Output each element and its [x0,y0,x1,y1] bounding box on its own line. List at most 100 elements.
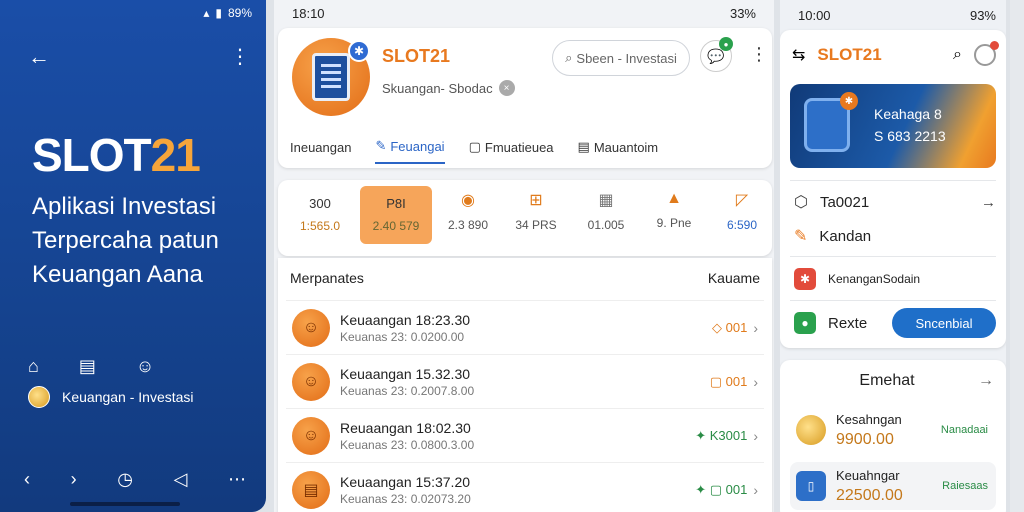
list-icon: ▤ [577,139,590,154]
list-item-sub: Keuanas 23: 0.0800.3.00 [340,437,475,452]
coin-icon [28,386,50,408]
chevron-right-icon: › [753,319,758,336]
battery-text: 33% [729,6,756,21]
menu-item-ta0021[interactable]: ⬡ Ta0021 → [794,192,996,212]
document-icon[interactable]: ▤ [79,356,96,377]
menu-header: ⇆ SLOT21 ⌕ [792,41,999,66]
app-subtitle: Skuangan- Sbodac × [382,80,515,96]
list-item-texts: Keuaangan 18:23.30 Keuanas 23: 0.0200.00 [340,312,712,344]
list-item[interactable]: ☺ Keuaangan 15.32.30 Keuanas 23: 0.2007.… [286,354,764,408]
list-item-sub: Keuanas 23: 0.2007.8.00 [340,383,475,398]
arrow-right-icon[interactable]: → [978,372,994,390]
promo-banner[interactable]: ✱ Keahaga 8 S 683 2213 [790,84,996,168]
brand-accent: 21 [150,129,201,181]
notification-badge: ● [719,37,733,51]
tab-feuangai[interactable]: ✎ Feuangai [375,138,445,164]
menu-item-rexte[interactable]: ● Rexte Sncenbial [794,308,996,338]
feature-icons: ⌂ ▤ ☺ [28,356,154,377]
document-avatar-icon: ▤ [292,470,330,509]
search-icon[interactable]: ⌕ [953,46,962,64]
list-header: Merpanates Kauame [290,270,760,286]
wallet-name: Kesahngan [836,411,902,427]
quick-item[interactable]: ⊞ 34 PRS [500,190,572,232]
amount-text: 001 [725,373,748,389]
wallet-item[interactable]: ▯ Keuahngar 22500.00 Raiesaas [790,462,996,510]
tab-ineuangan[interactable]: Ineuangan [290,138,351,164]
menu-item-kandan[interactable]: ✎ Kandan [794,226,996,246]
more-vertical-icon[interactable]: ⋮ [230,44,250,69]
user-avatar-icon: ☺ [292,308,330,347]
list-item[interactable]: ☺ Reuaangan 18:02.30 Keuanas 23: 0.0800.… [286,408,764,462]
dashboard-screen: 18:10 33% ✱ SLOT21 Skuangan- Sbodac × ⌕ … [274,0,774,512]
tab-mauantoim[interactable]: ▤ Mauantoim [578,138,659,164]
quick-stats: 300 1:565.0 P8I 2.40 579 ◉ 2.3 890 ⊞ 34 … [278,180,772,256]
list-item-title: Reuaangan 18:02.30 [340,419,471,436]
quick-item[interactable]: ▲ 9. Pne [638,190,710,230]
search-placeholder: Sbeen - Investasi [576,50,677,66]
quick-item[interactable]: ◉ 2.3 890 [432,190,504,232]
quick-sub: 9. Pne [656,216,692,230]
quick-item-active[interactable]: P8I 2.40 579 [360,186,432,244]
quick-value: P8I [386,196,406,211]
page-edge [1010,0,1024,512]
close-icon[interactable]: × [498,80,515,96]
menu-item-label: Rexte [828,314,868,332]
tab-label: Feuangai [390,138,445,154]
brand-title: SLOT21 [32,128,201,182]
quick-item[interactable]: ◸ 6:590 [706,190,774,232]
list-item-title: Keuaangan 18:23.30 [340,311,471,328]
tab-fmuatieuea[interactable]: ▢ Fmuatieuea [469,138,554,164]
list-item[interactable]: ☺ Keuaangan 18:23.30 Keuanas 23: 0.0200.… [286,300,764,354]
more-icon[interactable]: ⋯ [228,469,246,490]
menu-item-label: KenanganSodain [828,272,921,286]
home-icon[interactable]: ⌂ [28,356,39,377]
clock-text: 10:00 [798,8,831,23]
back-arrow-icon[interactable]: ‹ [24,469,30,490]
wallet-texts: Kesahngan 9900.00 [836,412,902,449]
quick-item[interactable]: ▦ 01.005 [570,190,642,232]
action-button[interactable]: Sncenbial [892,308,996,338]
list-item-texts: Keuaangan 15.32.30 Keuanas 23: 0.2007.8.… [340,366,710,398]
shield-icon: ⬡ [794,194,808,211]
wallet-header: Emehat → [780,372,994,390]
more-vertical-icon[interactable]: ⋮ [750,44,768,65]
menu-item-label: Ta0021 [819,193,870,211]
quick-value: 300 [309,196,331,211]
wallet-value: 9900.00 [836,430,894,448]
app-header: ✱ SLOT21 Skuangan- Sbodac × ⌕ Sbeen - In… [278,28,772,168]
status-bar: ▴ ▮ 89% [203,6,252,20]
menu-icon[interactable]: ⇆ [792,45,805,65]
wallet-item[interactable]: Kesahngan 9900.00 Nanadaai [790,406,996,454]
sub-row: Keuangan - Investasi [28,386,194,408]
forward-arrow-icon[interactable]: › [71,469,77,490]
banner-line-1: Keahaga 8 [874,106,942,122]
phone-icon: ▯ [796,471,826,501]
menu-item-kenangan[interactable]: ✱ KenanganSodain [794,268,996,290]
list-item-amount: ✦ K3001 [695,427,748,443]
menu-title: SLOT21 [817,45,882,64]
user-icon[interactable]: ☺ [136,356,154,377]
quick-item[interactable]: 300 1:565.0 [284,190,356,233]
menu-screen: 10:00 93% ⇆ SLOT21 ⌕ ✱ Keahaga 8 S 683 2… [780,0,1006,512]
list-item-amount: ▢ 001 [709,373,748,389]
check-icon: ● [794,312,816,334]
quick-sub: 2.3 890 [447,218,489,232]
flag-icon: ◸ [735,192,749,209]
list-action[interactable]: Kauame [708,270,760,286]
pin-icon: ✎ [375,138,387,153]
back-icon[interactable]: ← [28,44,50,70]
list-item[interactable]: ▤ Keuaangan 15:37.20 Keuanas 23: 0.02073… [286,462,764,512]
chat-icon[interactable]: 💬 ● [700,37,733,72]
brand-main: SLOT [32,129,152,181]
search-icon: ⌕ [565,50,573,65]
clock-icon[interactable]: ◷ [117,469,133,490]
triangle-back-icon[interactable]: ◁ [174,469,188,490]
quick-sub: 01.005 [587,218,625,232]
search-input[interactable]: ⌕ Sbeen - Investasi [552,40,690,76]
quick-sub: 1:565.0 [299,219,341,233]
transaction-list: Merpanates Kauame ☺ Keuaangan 18:23.30 K… [278,258,772,512]
amount-text: 001 [725,481,748,497]
bottom-nav: ‹ › ◷ ◁ ⋯ [24,469,246,490]
wifi-icon: ▴ [203,6,210,20]
avatar[interactable] [974,41,999,66]
